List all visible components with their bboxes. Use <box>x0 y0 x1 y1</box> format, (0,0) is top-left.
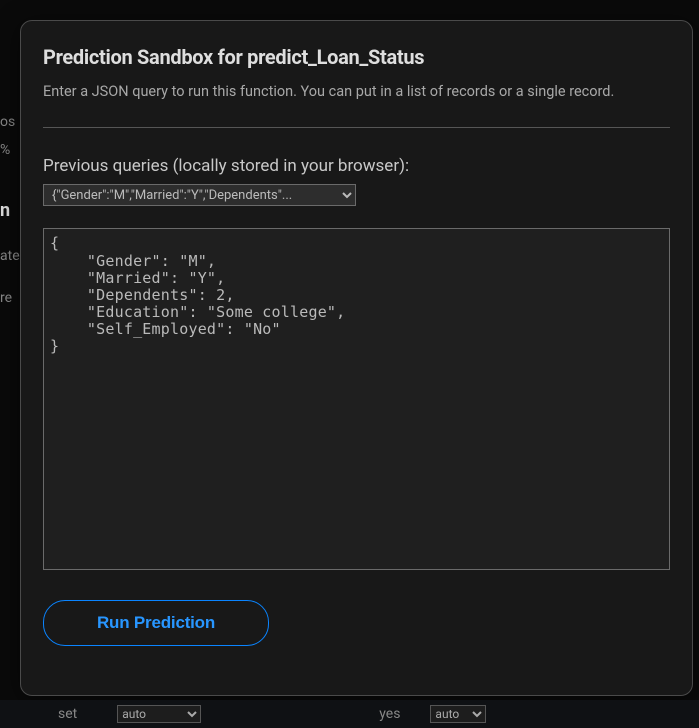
bg-text-fragment: % <box>0 142 10 158</box>
bottom-label-set: set <box>58 706 77 722</box>
prediction-sandbox-modal: Prediction Sandbox for predict_Loan_Stat… <box>20 20 693 696</box>
modal-subtitle: Enter a JSON query to run this function.… <box>43 81 670 103</box>
bg-text-fragment: re <box>0 290 12 306</box>
bg-text-fragment: ate <box>0 248 20 264</box>
json-query-textarea[interactable] <box>43 228 670 570</box>
previous-queries-label: Previous queries (locally stored in your… <box>43 156 670 176</box>
run-prediction-button[interactable]: Run Prediction <box>43 600 269 646</box>
divider <box>43 127 670 128</box>
bottom-select-2[interactable]: auto <box>430 705 486 723</box>
bg-text-fragment: n <box>0 200 10 221</box>
modal-title: Prediction Sandbox for predict_Loan_Stat… <box>43 45 670 69</box>
bottom-toolbar: set auto yes auto <box>0 700 699 728</box>
bottom-label-yes: yes <box>379 706 400 722</box>
previous-queries-select[interactable]: {"Gender":"M","Married":"Y","Dependents"… <box>43 184 356 206</box>
bg-text-fragment: os <box>0 114 15 130</box>
bottom-select-1[interactable]: auto <box>117 705 201 723</box>
